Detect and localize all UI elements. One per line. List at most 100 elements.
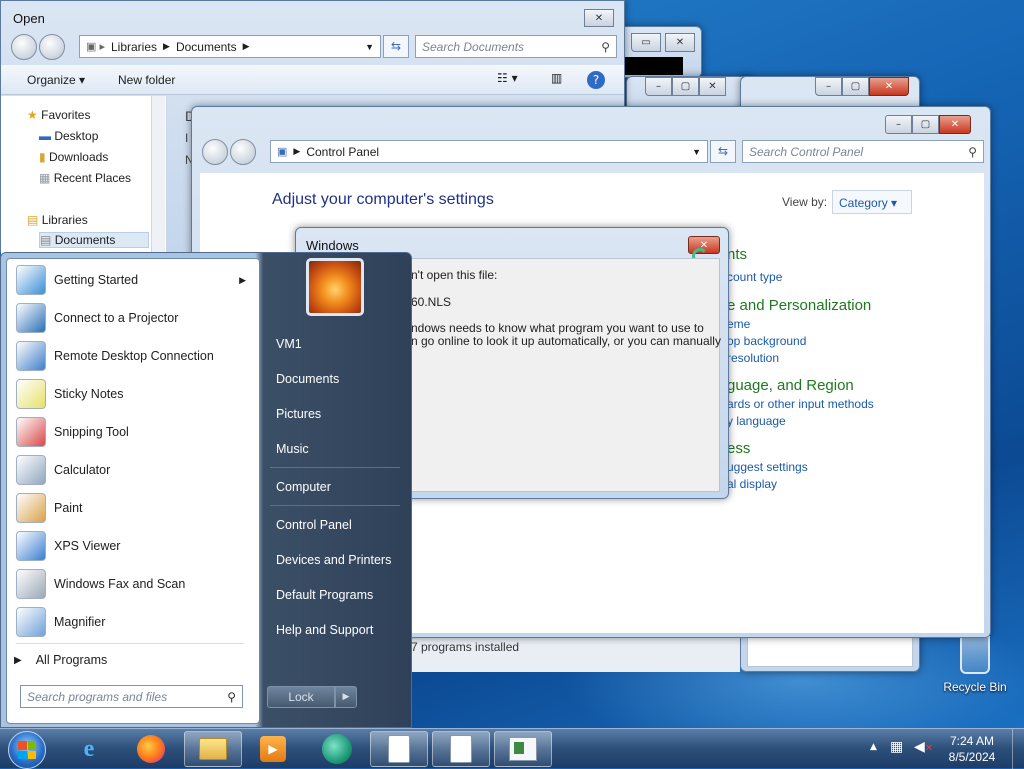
- maximize-button[interactable]: ▢: [842, 77, 869, 96]
- minimize-button[interactable]: –: [885, 115, 912, 134]
- breadcrumb-control-panel[interactable]: Control Panel: [306, 145, 379, 159]
- preview-pane-icon[interactable]: ▥: [551, 71, 562, 85]
- nav-item-downloads[interactable]: ▮ Downloads: [39, 150, 108, 164]
- internet-explorer-icon[interactable]: e: [60, 731, 118, 767]
- start-program-item[interactable]: Snipping Tool: [8, 414, 260, 450]
- refresh-button[interactable]: ⇆: [710, 140, 736, 163]
- start-item-music[interactable]: Music: [276, 442, 309, 456]
- start-item-computer[interactable]: Computer: [276, 480, 331, 494]
- taskbar-document-1[interactable]: [370, 731, 428, 767]
- taskbar-control-panel[interactable]: [494, 731, 552, 767]
- toolbar: Organize ▾ New folder ☷ ▾ ▥ ?: [1, 65, 624, 95]
- search-programs-input[interactable]: Search programs and files ⚲: [20, 685, 243, 708]
- address-bar[interactable]: ▣ ▸ Libraries ▶ Documents ▶ ▼: [79, 35, 381, 58]
- address-bar[interactable]: ▣ ▶ Control Panel ▼: [270, 140, 708, 163]
- cp-link[interactable]: resolution: [727, 351, 779, 365]
- cp-link[interactable]: uggest settings: [727, 460, 808, 474]
- cp-category-user-accounts[interactable]: nts: [727, 246, 747, 263]
- volume-muted-icon[interactable]: ◀✕: [914, 739, 933, 755]
- view-by-dropdown[interactable]: Category ▾: [832, 190, 912, 214]
- nav-scrollbar[interactable]: [151, 96, 165, 256]
- cp-link[interactable]: ards or other input methods: [727, 397, 874, 411]
- close-button[interactable]: ✕: [699, 77, 726, 96]
- getting-started-icon: [16, 265, 46, 295]
- close-button[interactable]: ✕: [665, 33, 695, 52]
- documents-icon: ▤: [40, 233, 52, 247]
- back-button[interactable]: [202, 139, 228, 165]
- minimize-button[interactable]: –: [815, 77, 842, 96]
- close-button[interactable]: ✕: [869, 77, 909, 96]
- shutdown-options-button[interactable]: ▶: [335, 686, 357, 708]
- cp-category-appearance[interactable]: e and Personalization: [727, 297, 871, 314]
- new-folder-button[interactable]: New folder: [118, 73, 175, 87]
- recycle-bin[interactable]: Recycle Bin: [940, 636, 1010, 700]
- show-hidden-icons[interactable]: ▲: [870, 742, 877, 752]
- start-item-pictures[interactable]: Pictures: [276, 407, 321, 421]
- start-program-item[interactable]: XPS Viewer: [8, 528, 260, 564]
- start-program-item[interactable]: Windows Fax and Scan: [8, 566, 260, 602]
- taskbar-explorer[interactable]: [184, 731, 242, 767]
- chevron-down-icon[interactable]: ▼: [692, 147, 701, 157]
- search-documents-input[interactable]: Search Documents ⚲: [415, 35, 617, 58]
- minimize-button[interactable]: ▭: [631, 33, 661, 52]
- fax-scan-icon: [16, 569, 46, 599]
- nav-item-desktop[interactable]: ▬ Desktop: [39, 129, 98, 143]
- breadcrumb-libraries[interactable]: Libraries: [111, 40, 157, 54]
- nav-item-recent-places[interactable]: ▦ Recent Places: [39, 171, 131, 185]
- all-programs-button[interactable]: ▶ All Programs: [14, 650, 244, 670]
- network-icon[interactable]: ▦: [890, 739, 903, 755]
- start-item-default-programs[interactable]: Default Programs: [276, 588, 373, 602]
- cp-link[interactable]: al display: [727, 477, 777, 491]
- start-program-item[interactable]: Connect to a Projector: [8, 300, 260, 336]
- arrow-right-icon: ▶: [14, 654, 22, 666]
- libraries-header[interactable]: ▤ Libraries: [27, 213, 88, 227]
- start-button[interactable]: [8, 731, 46, 769]
- organize-button[interactable]: Organize ▾: [27, 73, 85, 87]
- cp-category-clock-language[interactable]: guage, and Region: [727, 377, 854, 394]
- start-item-help-support[interactable]: Help and Support: [276, 623, 373, 637]
- start-item-devices-printers[interactable]: Devices and Printers: [276, 553, 391, 567]
- control-panel-icon: ▣: [277, 146, 288, 158]
- start-program-item[interactable]: Calculator: [8, 452, 260, 488]
- chevron-down-icon[interactable]: ▼: [365, 42, 374, 52]
- cp-link[interactable]: op background: [727, 334, 806, 348]
- desktop-icon: ▬: [39, 129, 51, 143]
- search-control-panel-input[interactable]: Search Control Panel ⚲: [742, 140, 984, 163]
- cp-category-ease-of-access[interactable]: ess: [727, 440, 750, 457]
- maximize-button[interactable]: ▢: [672, 77, 699, 96]
- help-icon[interactable]: ?: [587, 71, 605, 89]
- close-button[interactable]: ✕: [939, 115, 971, 134]
- maximize-button[interactable]: ▢: [912, 115, 939, 134]
- user-avatar[interactable]: [306, 258, 364, 316]
- favorites-header[interactable]: ★ Favorites: [27, 108, 90, 122]
- view-options-icon[interactable]: ☷ ▾: [497, 71, 518, 85]
- show-desktop-button[interactable]: [1012, 729, 1024, 769]
- start-program-item[interactable]: Magnifier: [8, 604, 260, 640]
- firefox-icon[interactable]: [122, 731, 180, 767]
- start-program-item[interactable]: Paint: [8, 490, 260, 526]
- cp-link[interactable]: count type: [727, 270, 782, 284]
- start-program-item[interactable]: Getting Started ▶: [8, 262, 260, 298]
- start-program-label: Connect to a Projector: [54, 311, 179, 325]
- start-item-documents[interactable]: Documents: [276, 372, 339, 386]
- minimize-button[interactable]: –: [645, 77, 672, 96]
- programs-status-text-visible: 7 programs installed: [411, 640, 520, 654]
- back-button[interactable]: [11, 34, 37, 60]
- start-program-item[interactable]: Remote Desktop Connection: [8, 338, 260, 374]
- taskbar-document-2[interactable]: [432, 731, 490, 767]
- clock[interactable]: 7:24 AM 8/5/2024: [940, 733, 1004, 765]
- refresh-button[interactable]: ⇆: [383, 35, 409, 58]
- media-player-icon[interactable]: ▶: [244, 731, 302, 767]
- start-program-item[interactable]: Sticky Notes: [8, 376, 260, 412]
- lock-button[interactable]: Lock: [267, 686, 335, 708]
- app-taskbar-icon[interactable]: [308, 731, 366, 767]
- breadcrumb-documents[interactable]: Documents: [176, 40, 237, 54]
- cp-link[interactable]: eme: [727, 317, 750, 331]
- start-item-user[interactable]: VM1: [276, 337, 302, 351]
- forward-button[interactable]: [39, 34, 65, 60]
- start-item-control-panel[interactable]: Control Panel: [276, 518, 352, 532]
- forward-button[interactable]: [230, 139, 256, 165]
- close-button[interactable]: ✕: [584, 9, 614, 27]
- nav-item-documents[interactable]: ▤ Documents: [39, 232, 149, 248]
- cp-link[interactable]: y language: [727, 414, 786, 428]
